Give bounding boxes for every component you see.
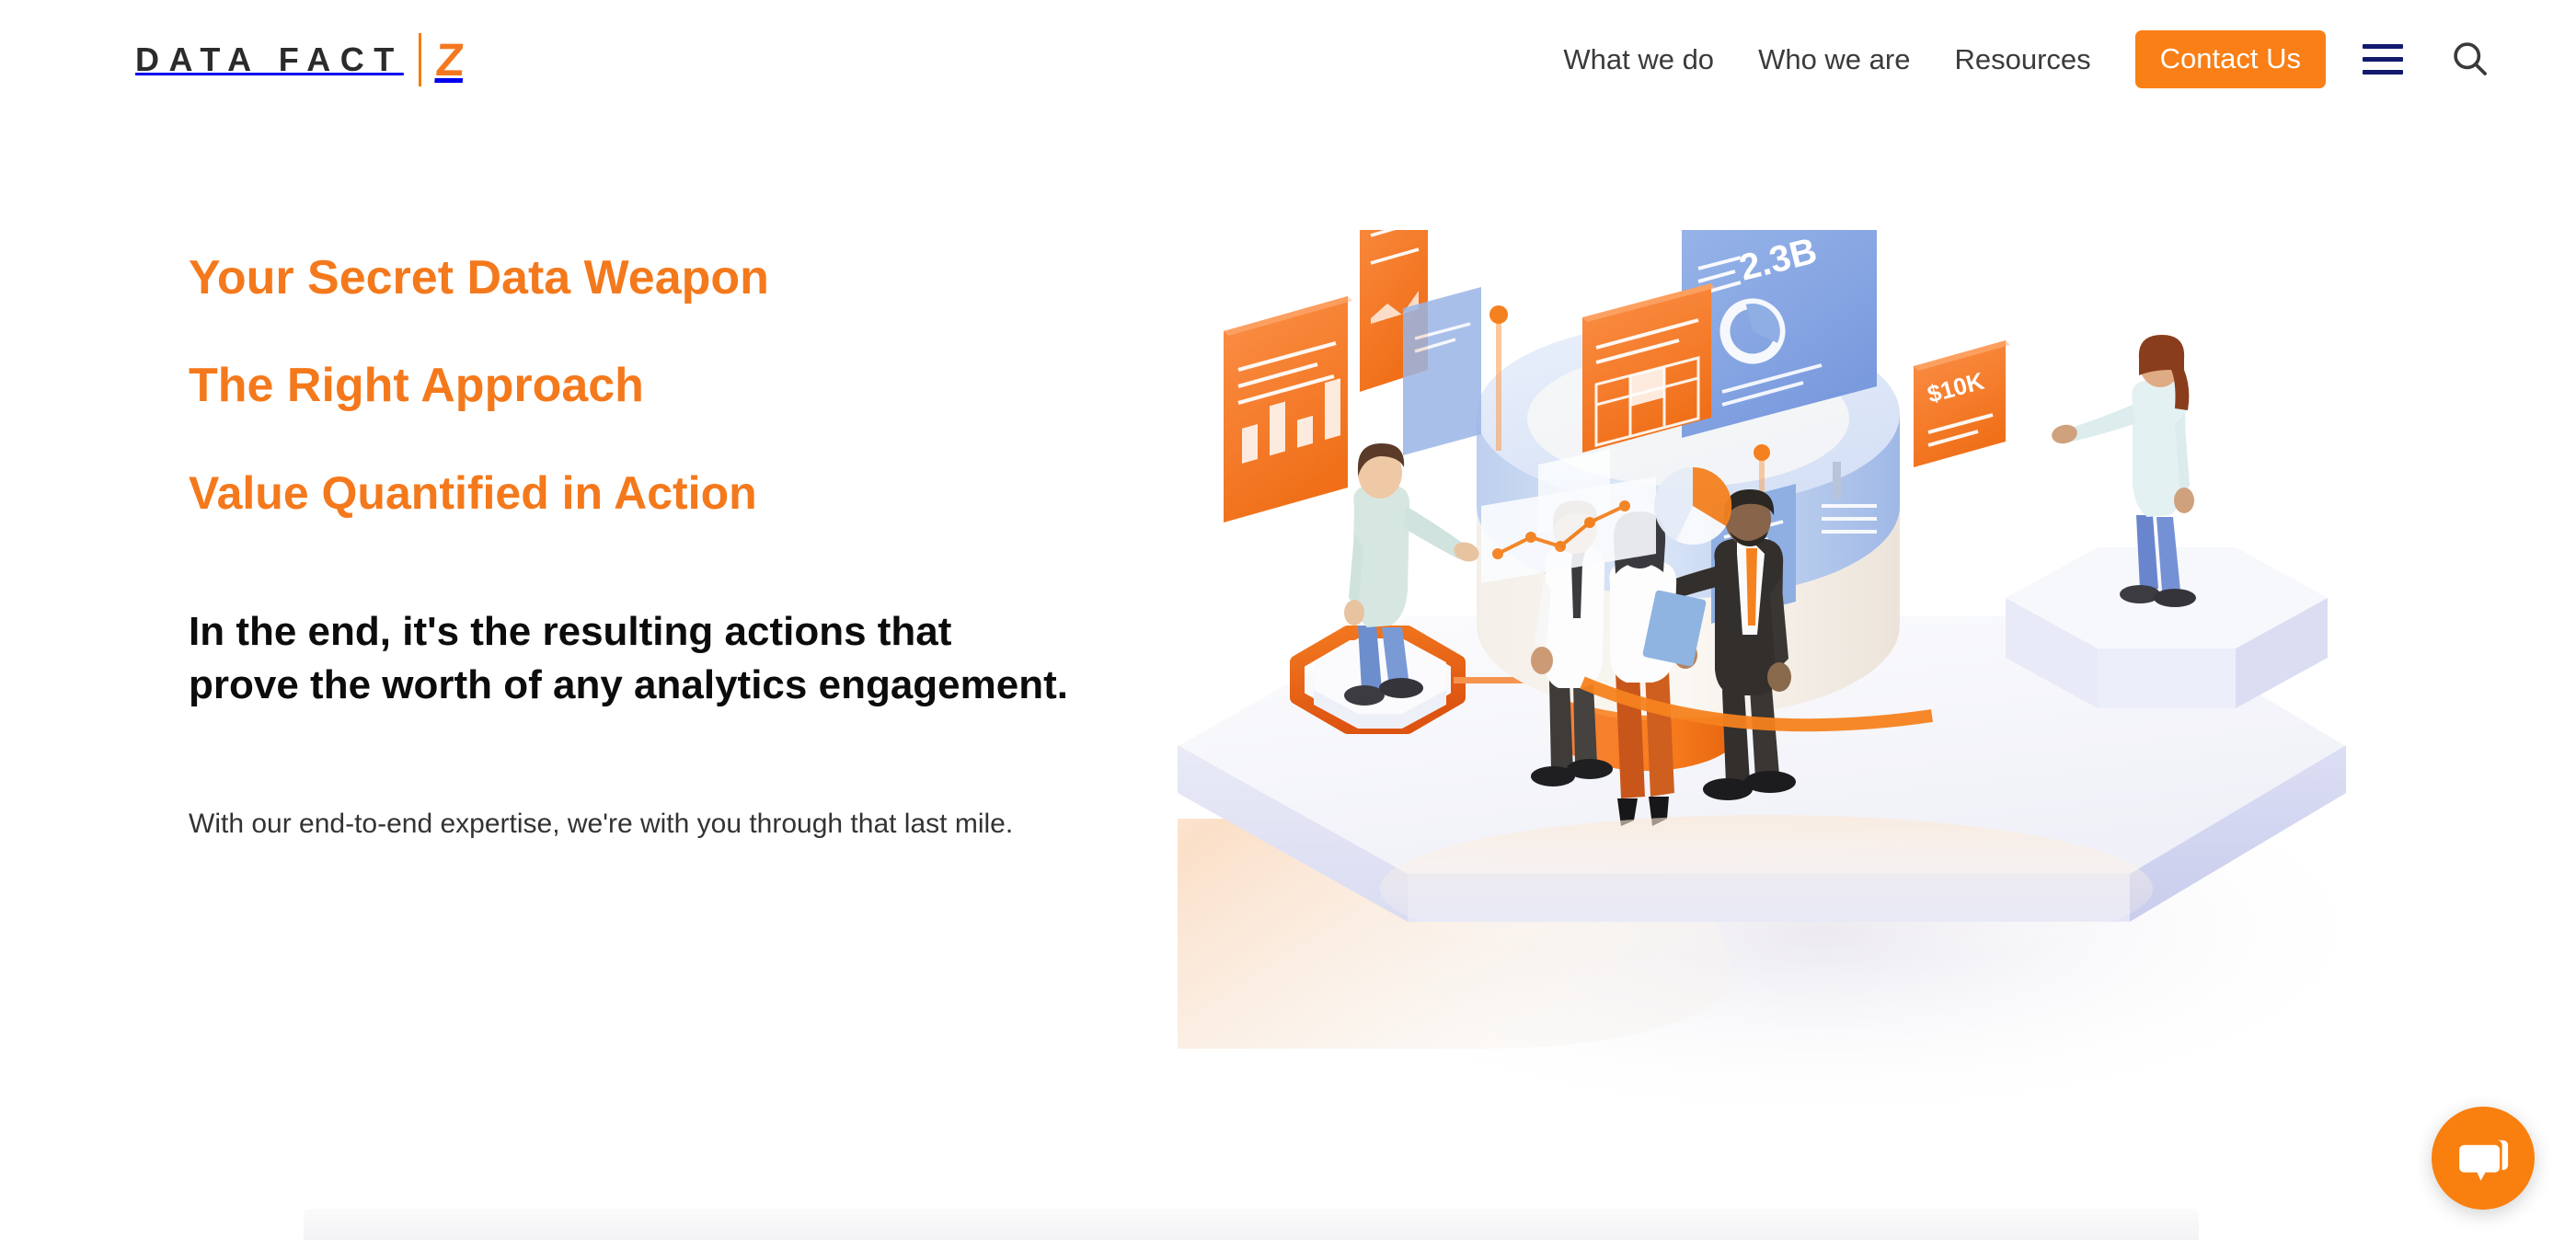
hero-lead-paragraph: In the end, it's the resulting actions t… [189, 608, 1068, 707]
site-logo[interactable]: DATA FACT Z [135, 30, 466, 89]
next-section-strip [304, 1209, 2199, 1240]
chat-bubble-icon [2459, 1140, 2509, 1181]
hero-heading-2: The Right Approach [189, 359, 644, 413]
vertical-divider-icon [418, 33, 421, 86]
page-root: DATA FACT Z What we do Who we are Resour… [0, 0, 2576, 1240]
hamburger-bar-1 [2363, 43, 2403, 49]
search-icon[interactable] [2449, 38, 2491, 80]
contact-us-button[interactable]: Contact Us [2134, 29, 2326, 88]
logo-wordmark: DATA FACT [135, 40, 404, 78]
floating-card-bar-chart [1224, 296, 1352, 522]
chat-widget-button[interactable] [2432, 1107, 2535, 1210]
nav-item-what-we-do[interactable]: What we do [1563, 45, 1736, 74]
hamburger-bar-2 [2363, 56, 2403, 62]
primary-navigation: What we do Who we are Resources Contact … [1563, 0, 2491, 118]
hero-sub-paragraph: With our end-to-end expertise, we're wit… [189, 808, 1014, 839]
isometric-data-analytics-illustration: 2.3B $10K [1178, 230, 2512, 1205]
hero-heading-3: Value Quantified in Action [189, 466, 757, 519]
hero-content: Your Secret Data Weapon The Right Approa… [189, 250, 1109, 844]
hamburger-menu-icon[interactable] [2363, 40, 2409, 77]
hero-heading-1: Your Secret Data Weapon [189, 251, 769, 304]
logo-z-mark: Z [433, 34, 466, 86]
floating-card-blue-small [1403, 287, 1481, 455]
hamburger-bar-3 [2363, 69, 2403, 75]
nav-item-resources[interactable]: Resources [1932, 45, 2112, 74]
nav-item-who-we-are[interactable]: Who we are [1736, 45, 1932, 74]
floating-card-metric-currency: $10K [1914, 340, 2010, 467]
site-header: DATA FACT Z What we do Who we are Resour… [0, 0, 2576, 118]
